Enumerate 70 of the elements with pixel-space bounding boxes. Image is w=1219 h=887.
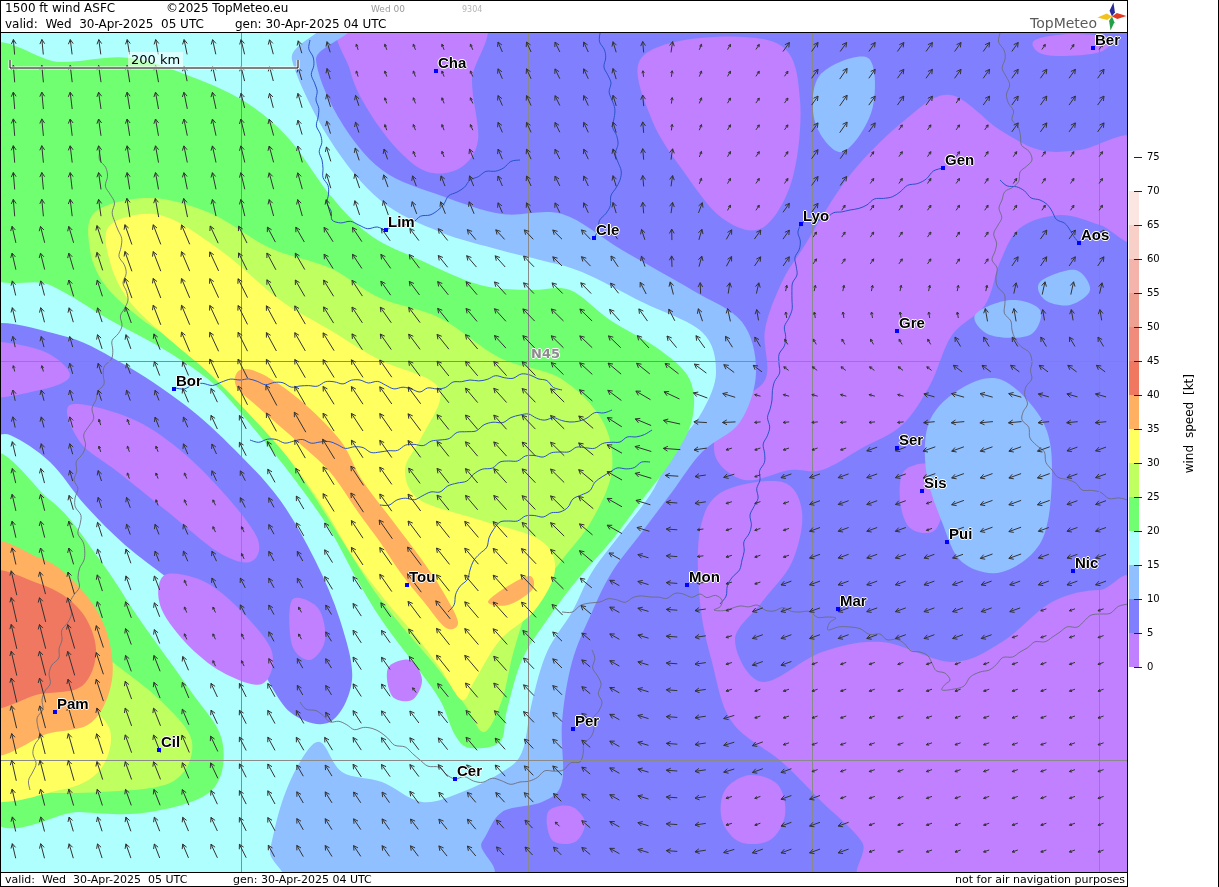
city-marker-icon bbox=[945, 540, 949, 544]
copyright-text: ©2025 TopMeteo.eu bbox=[166, 1, 290, 16]
city-marker-icon bbox=[1091, 46, 1095, 50]
city-marker-icon bbox=[434, 69, 438, 73]
city-marker-icon bbox=[836, 607, 840, 611]
tick-label: 45 bbox=[1147, 355, 1160, 367]
city-label: Ser bbox=[899, 431, 924, 448]
chart-title: 1500 ft wind ASFC bbox=[5, 1, 117, 16]
city-label: Cle bbox=[596, 221, 620, 238]
city-label: Mar bbox=[840, 592, 867, 609]
city-label: Pam bbox=[57, 695, 89, 712]
tick-label: 65 bbox=[1147, 219, 1160, 231]
city-label: Lim bbox=[388, 213, 415, 230]
city-label: Gen bbox=[945, 151, 975, 168]
generated-time-text: gen: 30-Apr-2025 04 UTC bbox=[233, 873, 373, 886]
city-marker-icon bbox=[157, 748, 161, 752]
city-marker-icon bbox=[895, 329, 899, 333]
legend-title: wind speed [kt] bbox=[1181, 374, 1196, 474]
city-label: Nic bbox=[1075, 554, 1099, 571]
generated-time-text: gen: 30-Apr-2025 04 UTC bbox=[235, 17, 388, 31]
run-label: Wed 00 bbox=[371, 4, 406, 14]
scale-bar-label: 200 km bbox=[128, 52, 184, 67]
city-marker-icon bbox=[405, 583, 409, 587]
city-label: Mon bbox=[689, 568, 720, 585]
tick-label: 30 bbox=[1147, 457, 1160, 469]
tick-label: 5 bbox=[1147, 627, 1154, 639]
tick-label: 15 bbox=[1147, 559, 1160, 571]
tick-label: 75 bbox=[1147, 151, 1160, 163]
tick-label: 35 bbox=[1147, 423, 1160, 435]
valid-time-text: valid: Wed 30-Apr-2025 05 UTC bbox=[5, 17, 205, 31]
city-label: Sis bbox=[924, 474, 947, 491]
city-label: Aos bbox=[1081, 226, 1110, 243]
tick-label: 50 bbox=[1147, 321, 1160, 333]
city-label: Per bbox=[575, 712, 600, 729]
city-label: Lyo bbox=[803, 207, 830, 224]
tick-label: 25 bbox=[1147, 491, 1160, 503]
city-label: Ber bbox=[1095, 33, 1120, 48]
tick-label: 60 bbox=[1147, 253, 1160, 265]
tick-label: 40 bbox=[1147, 389, 1160, 401]
city-label: Cer bbox=[457, 762, 482, 779]
city-marker-icon bbox=[172, 387, 176, 391]
city-marker-icon bbox=[1071, 569, 1075, 573]
city-marker-icon bbox=[685, 583, 689, 587]
disclaimer-text: not for air navigation purposes bbox=[955, 873, 1125, 886]
city-label: Cil bbox=[161, 733, 181, 750]
city-marker-icon bbox=[592, 236, 596, 240]
tick-label: 10 bbox=[1147, 593, 1160, 605]
city-label: Gre bbox=[899, 314, 925, 331]
tick-label: 70 bbox=[1147, 185, 1160, 197]
tick-label: 55 bbox=[1147, 287, 1160, 299]
city-marker-icon bbox=[1077, 241, 1081, 245]
city-label: Cha bbox=[438, 54, 467, 71]
city-marker-icon bbox=[384, 228, 388, 232]
city-marker-icon bbox=[895, 446, 899, 450]
logo-text: TopMeteo bbox=[1030, 15, 1097, 31]
code-label: 9304 bbox=[462, 5, 483, 14]
city-marker-icon bbox=[920, 489, 924, 493]
city-marker-icon bbox=[53, 710, 57, 714]
city-marker-icon bbox=[453, 777, 457, 781]
city-marker-icon bbox=[799, 222, 803, 226]
city-label: Bor bbox=[176, 372, 202, 389]
valid-time-text: valid: Wed 30-Apr-2025 05 UTC bbox=[5, 873, 189, 886]
latitude-label: N45 bbox=[531, 346, 560, 361]
city-marker-icon bbox=[941, 166, 945, 170]
tick-label: 20 bbox=[1147, 525, 1160, 537]
city-label: Tou bbox=[409, 568, 436, 585]
city-label: Pui bbox=[949, 525, 973, 542]
city-marker-icon bbox=[571, 727, 575, 731]
tick-label: 0 bbox=[1147, 661, 1154, 673]
logo-star-icon bbox=[1097, 2, 1127, 31]
